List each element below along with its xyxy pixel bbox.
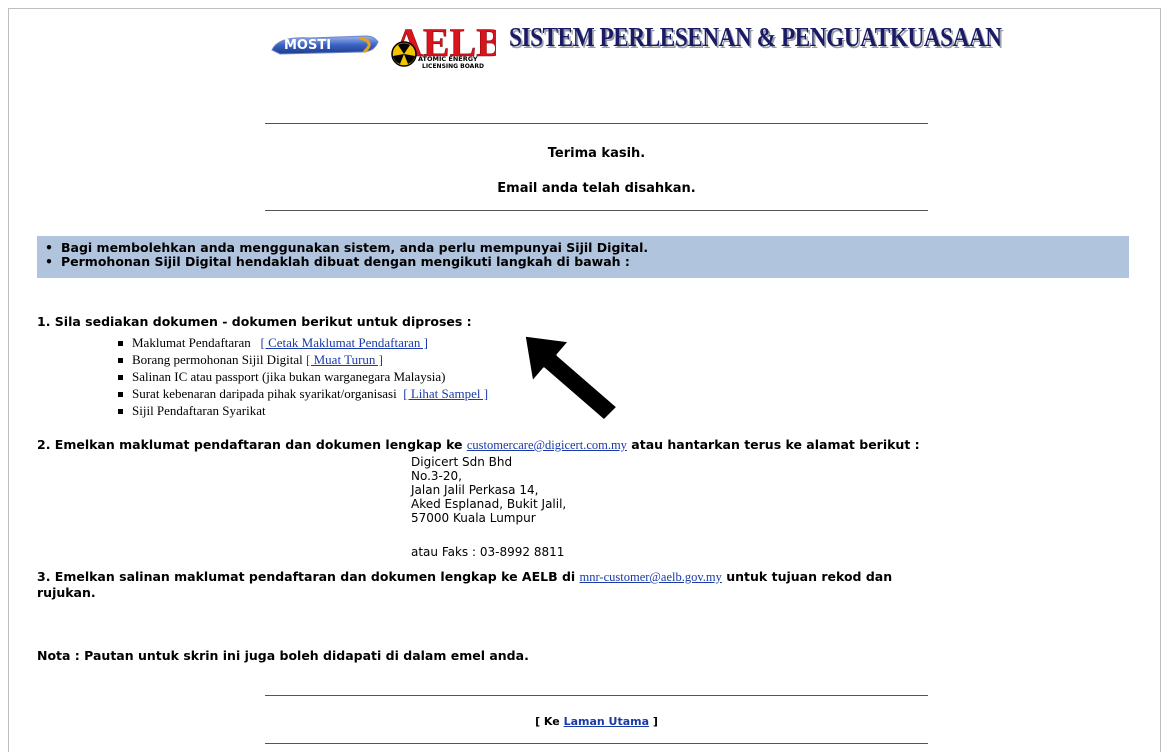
postal-address: Digicert Sdn Bhd No.3-20, Jalan Jalil Pe… <box>411 455 566 525</box>
home-bracket-close: ] <box>649 715 658 728</box>
system-title: SISTEM PERLESENAN & PENGUATKUASAAN <box>509 22 1002 52</box>
info-note-band: Bagi membolehkan anda menggunakan sistem… <box>37 236 1129 278</box>
divider-mid <box>265 210 928 211</box>
document-label: Sijil Pendaftaran Syarikat <box>132 403 266 418</box>
document-label: Surat kebenaran daripada pihak syarikat/… <box>132 386 397 401</box>
document-item: Sijil Pendaftaran Syarikat <box>118 402 488 419</box>
document-item: Salinan IC atau passport (jika bukan war… <box>118 368 488 385</box>
address-line: 57000 Kuala Lumpur <box>411 511 536 525</box>
step-3-continuation: rujukan. <box>37 585 96 600</box>
divider-footer <box>265 695 928 696</box>
document-item: Maklumat Pendaftaran [ Cetak Maklumat Pe… <box>118 334 488 351</box>
note-item: Permohonan Sijil Digital hendaklah dibua… <box>45 255 1129 269</box>
home-link-row: [ Ke Laman Utama ] <box>265 715 928 728</box>
document-label: Salinan IC atau passport (jika bukan war… <box>132 369 446 384</box>
step-3-suffix: untuk tujuan rekod dan <box>721 569 893 584</box>
address-line: Aked Esplanad, Bukit Jalil, <box>411 497 567 511</box>
note-item: Bagi membolehkan anda menggunakan sistem… <box>45 241 1129 255</box>
note-list: Bagi membolehkan anda menggunakan sistem… <box>37 236 1129 269</box>
step-2-text: 2. Emelkan maklumat pendaftaran dan doku… <box>37 437 920 453</box>
document-label: Maklumat Pendaftaran <box>132 335 251 350</box>
home-page-link[interactable]: Laman Utama <box>564 715 649 728</box>
step-3-text: 3. Emelkan salinan maklumat pendaftaran … <box>37 569 892 585</box>
step-2-prefix: 2. Emelkan maklumat pendaftaran dan doku… <box>37 437 467 452</box>
step-3-prefix: 3. Emelkan salinan maklumat pendaftaran … <box>37 569 580 584</box>
step-1-title: 1. Sila sediakan dokumen - dokumen berik… <box>37 314 472 329</box>
svg-text:ATOMIC ENERGY: ATOMIC ENERGY <box>418 55 478 63</box>
aelb-email-link[interactable]: mnr-customer@aelb.gov.my <box>580 570 722 584</box>
nota-text: Nota : Pautan untuk skrin ini juga boleh… <box>37 648 529 663</box>
thank-you-text: Terima kasih. <box>547 146 646 161</box>
document-item: Surat kebenaran daripada pihak syarikat/… <box>118 385 488 402</box>
document-list: Maklumat Pendaftaran [ Cetak Maklumat Pe… <box>118 334 488 419</box>
email-verified-message: Email anda telah disahkan. <box>497 181 696 196</box>
svg-text:LICENSING BOARD: LICENSING BOARD <box>422 63 484 70</box>
home-bracket-open: [ Ke <box>535 715 564 728</box>
view-sample-link[interactable]: [ Lihat Sampel ] <box>403 386 488 401</box>
divider-bottom <box>265 743 928 744</box>
divider-top <box>265 123 928 124</box>
digicert-email-link[interactable]: customercare@digicert.com.my <box>467 438 627 452</box>
step-2-suffix: atau hantarkan terus ke alamat berikut : <box>626 437 920 452</box>
address-line: Digicert Sdn Bhd <box>411 455 513 469</box>
print-registration-link[interactable]: [ Cetak Maklumat Pendaftaran ] <box>261 335 429 350</box>
aelb-logo: AELB ATOMIC ENERGY LICENSING BOARD <box>391 20 496 70</box>
fax-number: atau Faks : 03-8992 8811 <box>411 545 565 559</box>
svg-text:MOSTI: MOSTI <box>284 38 331 53</box>
document-label: Borang permohonan Sijil Digital <box>132 352 303 367</box>
document-item: Borang permohonan Sijil Digital [ Muat T… <box>118 351 488 368</box>
download-form-link[interactable]: [ Muat Turun ] <box>306 352 383 367</box>
address-line: No.3-20, <box>411 469 462 483</box>
mosti-logo: MOSTI <box>271 35 379 55</box>
address-line: Jalan Jalil Perkasa 14, <box>411 483 539 497</box>
pointer-arrow-icon <box>522 333 620 423</box>
